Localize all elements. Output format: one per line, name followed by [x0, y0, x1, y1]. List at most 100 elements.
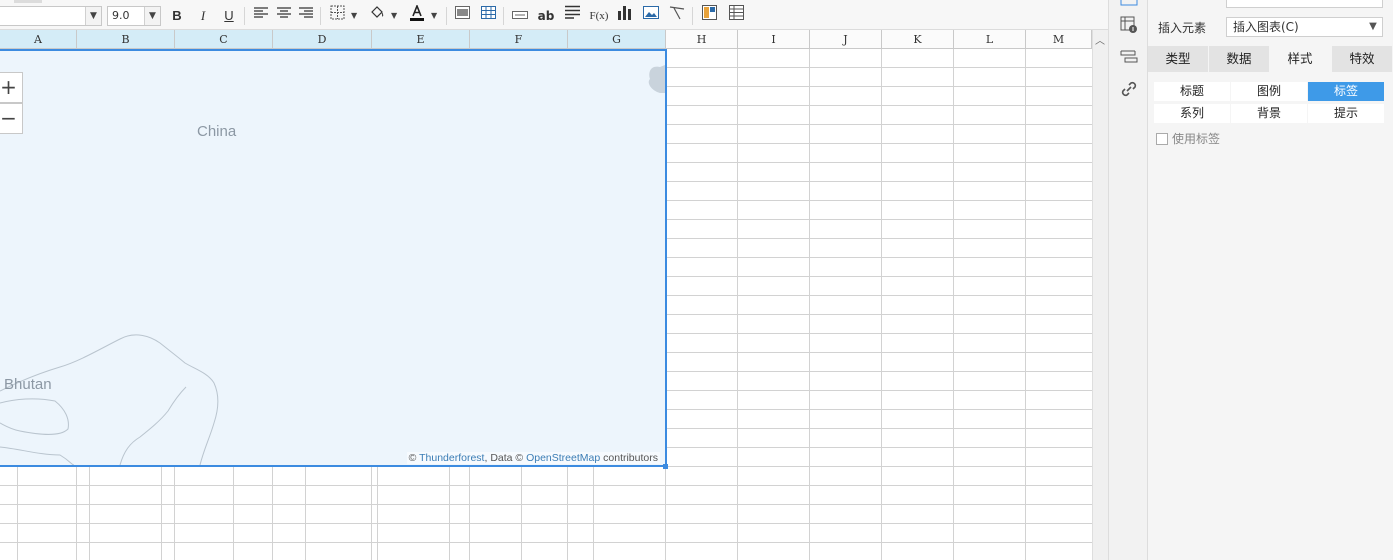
align-center-icon — [277, 7, 291, 18]
cell-icon[interactable] — [1120, 0, 1138, 8]
bar-chart-icon — [617, 6, 631, 20]
font-color-icon — [410, 3, 424, 21]
subtab-legend[interactable]: 图例 — [1231, 82, 1307, 101]
align-center-button[interactable] — [273, 5, 295, 27]
toolbar-divider — [692, 7, 693, 25]
attribution-suffix: contributors — [600, 452, 658, 464]
insert-element-value: 插入图表(C) — [1233, 20, 1299, 34]
tab-effects[interactable]: 特效 — [1332, 46, 1393, 72]
table-icon — [480, 6, 496, 19]
column-header[interactable]: I — [738, 30, 810, 49]
italic-button[interactable]: I — [192, 5, 214, 27]
hyperlink-icon[interactable] — [1120, 80, 1138, 98]
formatting-toolbar: ▼ 9.0 ▼ B I U ▼ ▼ ▼ ab F(x) — [0, 0, 1108, 30]
table-button[interactable] — [477, 5, 499, 27]
column-header[interactable]: C — [175, 30, 273, 49]
zoom-in-button[interactable]: + — [0, 72, 23, 103]
text-field-button[interactable] — [509, 5, 531, 27]
chevron-down-icon[interactable]: ▼ — [144, 7, 160, 25]
toolbar-divider — [503, 7, 504, 25]
chart-button[interactable] — [613, 5, 635, 27]
column-header[interactable]: L — [954, 30, 1026, 49]
diagonal-line-icon — [669, 6, 685, 20]
app-window: ▼ 9.0 ▼ B I U ▼ ▼ ▼ ab F(x) A B C D E F … — [0, 0, 1393, 560]
cell-element-select[interactable] — [1226, 0, 1383, 8]
widget-settings-icon[interactable] — [1120, 16, 1138, 34]
merge-cells-button[interactable] — [451, 5, 473, 27]
align-right-icon — [299, 7, 313, 18]
subtab-background[interactable]: 背景 — [1231, 104, 1307, 123]
spreadsheet-area: A B C D E F G H I J K L M ︿ + − China Bh… — [0, 30, 1108, 560]
column-header[interactable]: E — [372, 30, 470, 49]
image-button[interactable] — [640, 5, 662, 27]
caret-down-icon[interactable]: ▼ — [431, 5, 437, 27]
image-icon — [643, 6, 659, 19]
column-header[interactable]: D — [273, 30, 372, 49]
zoom-out-button[interactable]: − — [0, 103, 23, 134]
chart-property-tabs: 类型 数据 样式 特效 — [1148, 46, 1393, 72]
coast-shape — [648, 65, 665, 93]
map-geography — [0, 65, 665, 465]
subtab-title[interactable]: 标题 — [1154, 82, 1230, 101]
font-family-select[interactable]: ▼ — [0, 6, 102, 26]
resize-handle[interactable] — [663, 464, 668, 469]
column-header[interactable]: J — [810, 30, 882, 49]
formula-button[interactable]: F(x) — [588, 5, 610, 27]
attribution-data: , Data © — [484, 452, 527, 464]
border-line — [0, 334, 219, 465]
border-line — [119, 386, 187, 465]
layout-button[interactable] — [725, 5, 747, 27]
chevron-down-icon[interactable]: ▼ — [85, 7, 101, 25]
tab-style[interactable]: 样式 — [1270, 46, 1331, 72]
tab-type[interactable]: 类型 — [1148, 46, 1209, 72]
vertical-scrollbar[interactable]: ︿ — [1092, 30, 1108, 560]
merge-cells-icon — [454, 6, 470, 19]
side-icon-bar — [1108, 0, 1148, 560]
slash-button[interactable] — [666, 5, 688, 27]
condition-icon[interactable] — [1120, 48, 1138, 66]
toolbar-top-tab — [14, 0, 42, 3]
column-header[interactable]: H — [666, 30, 738, 49]
openstreetmap-link[interactable]: OpenStreetMap — [526, 452, 600, 464]
paint-bucket-icon — [371, 6, 384, 18]
font-size-value: 9.0 — [112, 9, 130, 22]
column-header[interactable]: K — [882, 30, 954, 49]
column-header[interactable]: F — [470, 30, 568, 49]
chevron-up-icon[interactable]: ︿ — [1095, 32, 1105, 47]
paragraph-button[interactable] — [561, 5, 583, 27]
underline-button[interactable]: U — [218, 5, 240, 27]
font-size-select[interactable]: 9.0 ▼ — [107, 6, 161, 26]
column-header[interactable]: M — [1026, 30, 1092, 49]
text-field-icon — [512, 11, 528, 19]
bold-button[interactable]: B — [166, 5, 188, 27]
subtab-tooltip[interactable]: 提示 — [1308, 104, 1384, 123]
map-chart[interactable]: + − China Bhutan © Thunderforest, Data ©… — [0, 49, 667, 467]
borders-button[interactable] — [326, 5, 348, 27]
align-right-button[interactable] — [295, 5, 317, 27]
bhutan-border — [0, 398, 69, 435]
use-label-option[interactable]: 使用标签 — [1156, 130, 1220, 146]
column-header[interactable]: A — [0, 30, 77, 49]
column-header[interactable]: B — [77, 30, 175, 49]
chevron-down-icon[interactable]: ▼ — [1364, 18, 1382, 36]
insert-element-select[interactable]: 插入图表(C) ▼ — [1226, 17, 1383, 37]
tab-data[interactable]: 数据 — [1209, 46, 1270, 72]
column-header[interactable]: G — [568, 30, 666, 49]
freeze-icon — [701, 5, 717, 20]
caret-down-icon[interactable]: ▼ — [391, 5, 397, 27]
use-label-checkbox[interactable] — [1156, 133, 1168, 145]
freeze-button[interactable] — [698, 5, 720, 27]
fill-color-button[interactable] — [366, 5, 388, 27]
caret-down-icon[interactable]: ▼ — [351, 5, 357, 27]
insert-element-label: 插入元素 — [1158, 21, 1207, 35]
border-line — [0, 446, 75, 465]
thunderforest-link[interactable]: Thunderforest — [419, 452, 484, 464]
subtab-series[interactable]: 系列 — [1154, 104, 1230, 123]
align-left-button[interactable] — [250, 5, 272, 27]
align-left-icon — [254, 7, 268, 18]
font-color-button[interactable] — [406, 3, 428, 27]
properties-panel: 插入元素 插入图表(C) ▼ 类型 数据 样式 特效 标题 图例 标签 系列 背… — [1148, 0, 1393, 560]
map-attribution: © Thunderforest, Data © OpenStreetMap co… — [406, 452, 660, 464]
subtab-label[interactable]: 标签 — [1308, 82, 1384, 101]
text-button[interactable]: ab — [535, 5, 557, 27]
